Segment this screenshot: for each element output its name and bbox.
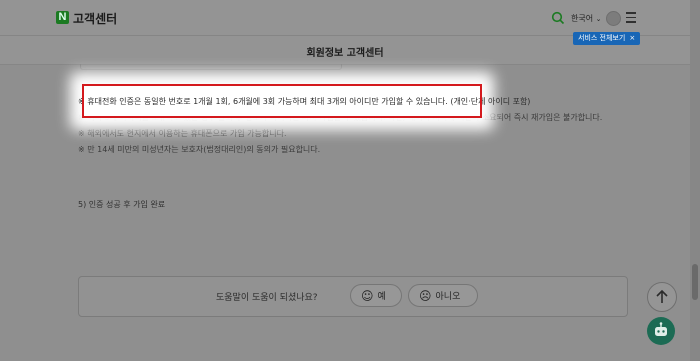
close-icon[interactable]: × bbox=[629, 34, 635, 42]
top-header: N 고객센터 한국어 ⌄ bbox=[0, 0, 700, 36]
menu-icon[interactable] bbox=[626, 12, 636, 23]
smile-icon: ☺ bbox=[361, 289, 374, 303]
previous-content-box bbox=[80, 64, 342, 70]
step-text: 5) 인증 성공 후 가입 완료 bbox=[78, 200, 166, 209]
search-icon[interactable] bbox=[551, 11, 565, 25]
vertical-scrollbar[interactable] bbox=[690, 0, 700, 361]
all-services-button[interactable]: 서비스 전체보기 × bbox=[573, 32, 641, 45]
feedback-no-label: 아니오 bbox=[435, 292, 461, 302]
chatbot-button[interactable] bbox=[647, 317, 675, 345]
note-line-4: ※ 만 14세 미만의 미성년자는 보호자(법정대리인)의 동의가 필요합니다. bbox=[78, 145, 321, 154]
user-icon[interactable] bbox=[606, 11, 621, 26]
scroll-top-button[interactable] bbox=[647, 282, 677, 312]
language-label: 한국어 bbox=[571, 14, 594, 23]
chatbot-icon bbox=[655, 322, 667, 336]
brand-title[interactable]: 고객센터 bbox=[73, 10, 117, 27]
frown-icon: ☹ bbox=[419, 289, 432, 303]
feedback-question: 도움말이 도움이 되셨나요? bbox=[216, 293, 318, 303]
highlight-box bbox=[82, 84, 482, 118]
arrow-up-icon bbox=[656, 289, 668, 303]
scrollbar-thumb[interactable] bbox=[692, 264, 698, 300]
feedback-yes-button[interactable]: ☺ 예 bbox=[350, 284, 402, 307]
note-line-3: ※ 해외에서도 현지에서 이용하는 휴대폰으로 가입 가능합니다. bbox=[78, 129, 287, 138]
page-title: 회원정보 고객센터 bbox=[306, 48, 384, 59]
all-services-label: 서비스 전체보기 bbox=[578, 34, 626, 42]
language-select[interactable]: 한국어 ⌄ bbox=[571, 13, 602, 24]
feedback-no-button[interactable]: ☹ 아니오 bbox=[408, 284, 478, 307]
naver-logo[interactable]: N bbox=[56, 11, 69, 24]
chevron-down-icon: ⌄ bbox=[595, 15, 602, 23]
feedback-bar: 도움말이 도움이 되셨나요? ☺ 예 ☹ 아니오 bbox=[78, 276, 628, 317]
feedback-yes-label: 예 bbox=[377, 292, 386, 302]
